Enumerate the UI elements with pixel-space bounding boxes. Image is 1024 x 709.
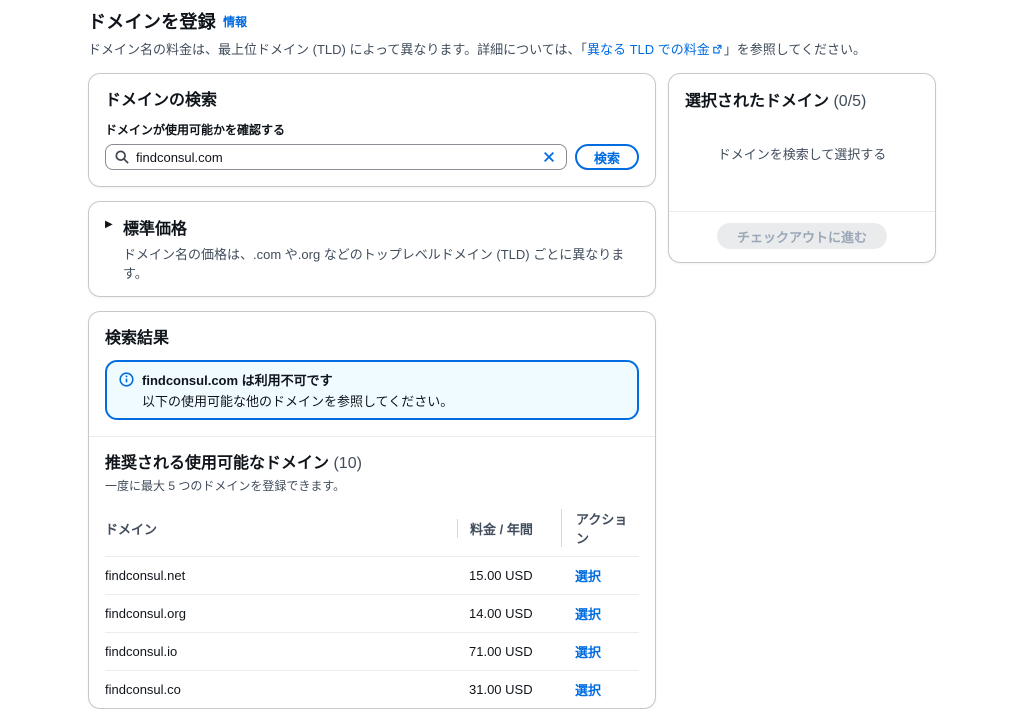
register-domains-page: ドメインを登録情報 ドメイン名の料金は、最上位ドメイン (TLD) によって異な… xyxy=(0,0,1024,709)
domain-search-card: ドメインの検索 ドメインが使用可能かを確認する 検索 xyxy=(88,73,656,187)
results-card-title: 検索結果 xyxy=(105,324,639,348)
select-link[interactable]: 選択 xyxy=(575,683,601,698)
search-field-label: ドメインが使用可能かを確認する xyxy=(105,121,639,138)
table-row: findconsul.org 14.00 USD 選択 xyxy=(105,594,639,632)
recommended-domains-table: ドメイン 料金 / 年間 アクション findconsul.net 15.00 … xyxy=(105,500,639,708)
column-header-price[interactable]: 料金 / 年間 xyxy=(457,519,561,538)
tld-pricing-link[interactable]: 異なる TLD での料金 xyxy=(587,42,724,57)
clear-search-icon[interactable] xyxy=(541,150,557,164)
pricing-expander-title[interactable]: 標準価格 xyxy=(123,215,639,239)
domain-cell: findconsul.org xyxy=(105,606,457,621)
table-body: findconsul.net 15.00 USD 選択 findconsul.o… xyxy=(105,556,639,708)
domain-cell: findconsul.co xyxy=(105,682,457,697)
info-icon xyxy=(119,370,134,410)
selected-panel-title: 選択されたドメイン (0/5) xyxy=(685,87,919,111)
search-button[interactable]: 検索 xyxy=(575,144,639,170)
alert-description: 以下の使用可能な他のドメインを参照してください。 xyxy=(142,391,453,410)
table-row: findconsul.io 71.00 USD 選択 xyxy=(105,632,639,670)
price-cell: 15.00 USD xyxy=(457,568,561,583)
price-cell: 71.00 USD xyxy=(457,644,561,659)
selected-count: (0/5) xyxy=(833,93,866,110)
selected-domains-panel: 選択されたドメイン (0/5) ドメインを検索して選択する チェックアウトに進む xyxy=(668,73,936,263)
selected-empty-state: ドメインを検索して選択する xyxy=(669,111,935,211)
side-column: 選択されたドメイン (0/5) ドメインを検索して選択する チェックアウトに進む xyxy=(668,73,936,263)
unavailable-info-alert: findconsul.com は利用不可です 以下の使用可能な他のドメインを参照… xyxy=(105,360,639,420)
price-cell: 14.00 USD xyxy=(457,606,561,621)
column-header-domain[interactable]: ドメイン xyxy=(105,519,457,538)
recommended-title: 推奨される使用可能なドメイン (10) xyxy=(105,449,639,473)
page-description: ドメイン名の料金は、最上位ドメイン (TLD) によって異なります。詳細について… xyxy=(88,39,936,58)
select-link[interactable]: 選択 xyxy=(575,569,601,584)
select-link[interactable]: 選択 xyxy=(575,607,601,622)
checkout-button[interactable]: チェックアウトに進む xyxy=(717,223,887,249)
domain-cell: findconsul.net xyxy=(105,568,457,583)
table-row: findconsul.net 15.00 USD 選択 xyxy=(105,556,639,594)
page-header: ドメインを登録情報 ドメイン名の料金は、最上位ドメイン (TLD) によって異な… xyxy=(88,8,936,58)
alert-title: findconsul.com は利用不可です xyxy=(142,370,453,389)
caret-right-icon[interactable]: ▶ xyxy=(105,215,123,282)
pricing-expander-description: ドメイン名の価格は、.com や.org などのトップレベルドメイン (TLD)… xyxy=(123,244,639,282)
column-header-action: アクション xyxy=(561,509,639,547)
search-card-title: ドメインの検索 xyxy=(105,86,639,110)
table-header-row: ドメイン 料金 / 年間 アクション xyxy=(105,500,639,556)
domain-search-input[interactable] xyxy=(136,150,534,165)
domain-cell: findconsul.io xyxy=(105,644,457,659)
external-link-icon xyxy=(711,43,723,58)
selected-panel-footer: チェックアウトに進む xyxy=(669,211,935,262)
info-link[interactable]: 情報 xyxy=(223,15,247,29)
search-results-card: 検索結果 findconsul.com は利用不可です 以下の使用可能な他のドメ… xyxy=(88,311,656,709)
search-icon xyxy=(115,150,129,164)
standard-pricing-expander: ▶ 標準価格 ドメイン名の価格は、.com や.org などのトップレベルドメイ… xyxy=(88,201,656,297)
recommended-subtitle: 一度に最大 5 つのドメインを登録できます。 xyxy=(105,477,639,494)
main-column: ドメインの検索 ドメインが使用可能かを確認する 検索 ▶ 標準価格 ドメイン名の… xyxy=(88,73,656,709)
page-title: ドメインを登録 xyxy=(88,12,216,32)
recommended-domains-section: 推奨される使用可能なドメイン (10) 一度に最大 5 つのドメインを登録できま… xyxy=(89,437,655,708)
recommended-count: (10) xyxy=(333,455,361,472)
price-cell: 31.00 USD xyxy=(457,682,561,697)
select-link[interactable]: 選択 xyxy=(575,645,601,660)
domain-search-box xyxy=(105,144,567,170)
table-row: findconsul.co 31.00 USD 選択 xyxy=(105,670,639,708)
description-prefix: ドメイン名の料金は、最上位ドメイン (TLD) によって異なります。詳細について… xyxy=(88,42,587,57)
description-suffix: 」を参照してください。 xyxy=(724,42,866,57)
